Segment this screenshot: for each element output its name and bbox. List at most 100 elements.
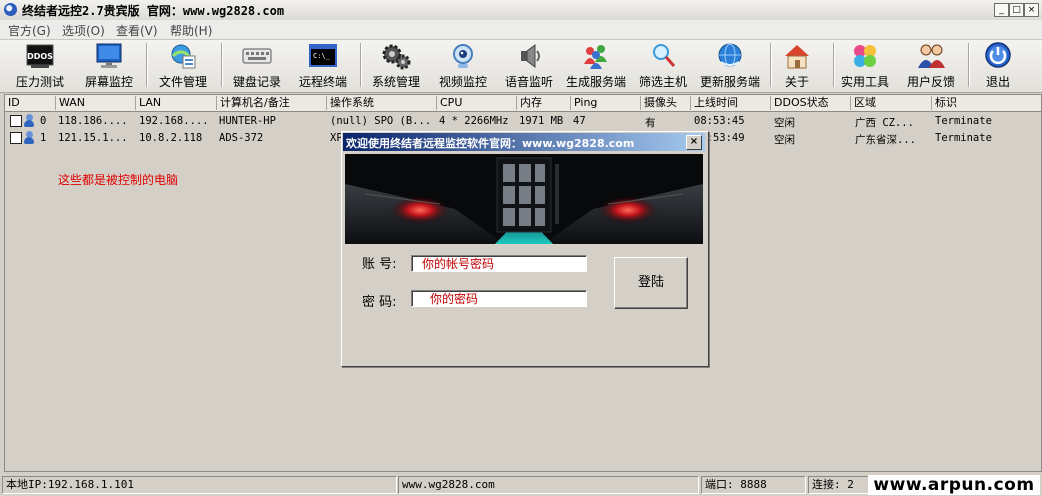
cell-camera: 有 [645, 117, 656, 129]
cell-lan: 192.168.... [139, 115, 209, 127]
login-button[interactable]: 登陆 [614, 257, 688, 309]
status-website: www.wg2828.com [398, 476, 699, 494]
cell-region: 广西 CZ... [855, 117, 914, 129]
cell-ddos-status: 空闲 [774, 134, 795, 146]
column-header-camera[interactable]: 摄像头 [640, 96, 677, 110]
toolbar-file-manager-button[interactable]: 文件管理 [150, 42, 216, 90]
close-button[interactable]: × [1024, 3, 1039, 17]
column-header-region[interactable]: 区域 [850, 96, 876, 110]
toolbar-separator [146, 43, 148, 87]
toolbar-video-monitor-button[interactable]: 视频监控 [430, 42, 496, 90]
file-manager-icon [168, 42, 198, 70]
toolbar: DDOS 压力测试 屏幕监控 文件管理 键盘记录 C:\_ 远程终端 系统管理 … [0, 40, 1042, 93]
people-icon [916, 42, 946, 70]
menu-help[interactable]: 帮助(H) [170, 22, 212, 39]
cell-computer-name: HUNTER-HP [219, 115, 276, 127]
account-input[interactable]: 你的帐号密码 [411, 255, 587, 272]
gears-icon [381, 42, 411, 70]
webcam-icon [448, 42, 478, 70]
password-label: 密 码: [362, 295, 397, 310]
keyboard-icon [242, 42, 272, 70]
house-icon [782, 42, 812, 70]
column-header-cpu[interactable]: CPU [436, 96, 462, 110]
column-header-lan[interactable]: LAN [135, 96, 161, 110]
dialog-title-bar: 欢迎使用终结者远程监控软件官网：www.wg2828.com × [343, 133, 705, 151]
toolbar-keylogger-button[interactable]: 键盘记录 [224, 42, 290, 90]
column-header-wan[interactable]: WAN [55, 96, 85, 110]
toolbar-feedback-button[interactable]: 用户反馈 [898, 42, 964, 90]
account-label: 账 号: [362, 257, 397, 272]
column-header-tag[interactable]: 标识 [931, 96, 957, 110]
cell-wan: 121.15.1... [58, 132, 128, 144]
status-port: 端口: 8888 [701, 476, 806, 494]
row-checkbox[interactable] [10, 132, 22, 144]
column-header-ddos-status[interactable]: DDOS状态 [770, 96, 829, 110]
ddos-icon: DDOS [25, 42, 55, 70]
cell-tag: Terminate [935, 132, 992, 144]
maximize-button[interactable]: □ [1009, 3, 1024, 17]
cell-region: 广东省深... [855, 134, 916, 146]
menu-bar: 官方(G) 选项(O) 查看(V) 帮助(H) [0, 20, 1042, 40]
cell-computer-name: ADS-372 [219, 132, 264, 144]
title-bar: 终结者远控2.7贵宾版 官网：www.wg2828.com _ □ × [0, 0, 1042, 21]
toolbar-remote-terminal-button[interactable]: C:\_ 远程终端 [290, 42, 356, 90]
svg-text:DDOS: DDOS [27, 52, 53, 61]
toolbar-build-server-button[interactable]: 生成服务端 [563, 42, 629, 90]
user-icon [24, 114, 34, 127]
column-header-computer-name[interactable]: 计算机名/备注 [216, 96, 290, 110]
power-icon [983, 42, 1013, 70]
column-header-id[interactable]: ID [5, 96, 20, 110]
cell-ddos-status: 空闲 [774, 117, 795, 129]
toolbar-separator [221, 43, 223, 87]
cell-cpu: 4 * 2266MHz [439, 115, 509, 127]
cell-wan: 118.186.... [58, 115, 128, 127]
toolbar-update-server-button[interactable]: 更新服务端 [697, 42, 763, 90]
cell-id: 1 [40, 132, 47, 144]
cell-online-time: 08:53:45 [694, 115, 745, 127]
terminal-icon: C:\_ [308, 42, 338, 70]
toolbar-stress-test-button[interactable]: DDOS 压力测试 [7, 42, 73, 90]
dialog-close-button[interactable]: × [686, 135, 702, 150]
table-header: ID WAN LAN 计算机名/备注 操作系统 CPU 内存 Ping 摄像头 … [5, 95, 1041, 112]
app-icon [4, 3, 17, 16]
minimize-button[interactable]: _ [994, 3, 1009, 17]
globe-icon [715, 42, 745, 70]
cell-lan: 10.8.2.118 [139, 132, 203, 144]
menu-official[interactable]: 官方(G) [8, 22, 51, 39]
cell-id: 0 [40, 115, 47, 127]
status-local-ip: 本地IP:192.168.1.101 [2, 476, 397, 494]
toolbar-screen-monitor-button[interactable]: 屏幕监控 [76, 42, 142, 90]
toolbar-system-manager-button[interactable]: 系统管理 [363, 42, 429, 90]
terminator-banner-image [345, 154, 703, 244]
menu-options[interactable]: 选项(O) [62, 22, 105, 39]
menu-view[interactable]: 查看(V) [116, 22, 158, 39]
toolbar-separator [360, 43, 362, 87]
toolbar-utilities-button[interactable]: 实用工具 [832, 42, 898, 90]
filter-search-icon [648, 42, 678, 70]
column-header-memory[interactable]: 内存 [516, 96, 542, 110]
apps-icon [850, 42, 880, 70]
toolbar-about-button[interactable]: 关于 [764, 42, 830, 90]
arpun-watermark: www.arpun.com [868, 475, 1040, 495]
status-bar: 本地IP:192.168.1.101 www.wg2828.com 端口: 88… [0, 474, 1042, 496]
speaker-icon [514, 42, 544, 70]
toolbar-audio-listen-button[interactable]: 语音监听 [496, 42, 562, 90]
monitor-icon [94, 42, 124, 70]
table-row[interactable]: 0 118.186.... 192.168.... HUNTER-HP (nul… [5, 113, 1041, 129]
controlled-computers-note: 这些都是被控制的电脑 [58, 173, 179, 187]
password-input[interactable]: 你的密码 [411, 290, 587, 307]
column-header-online-time[interactable]: 上线时间 [690, 96, 738, 110]
toolbar-exit-button[interactable]: 退出 [965, 42, 1031, 90]
dialog-title: 欢迎使用终结者远程监控软件官网：www.wg2828.com [346, 137, 635, 150]
login-dialog: 欢迎使用终结者远程监控软件官网：www.wg2828.com × 账 号: 你的… [341, 131, 709, 367]
user-icon [24, 131, 34, 144]
svg-text:C:\_: C:\_ [313, 52, 331, 60]
column-header-ping[interactable]: Ping [570, 96, 597, 110]
cell-os: (null) SPO (B... [330, 115, 432, 127]
window-title: 终结者远控2.7贵宾版 官网：www.wg2828.com [22, 4, 285, 18]
status-connections: 连接: 2 [808, 476, 871, 494]
column-header-os[interactable]: 操作系统 [326, 96, 374, 110]
users-icon [581, 42, 611, 70]
row-checkbox[interactable] [10, 115, 22, 127]
toolbar-filter-hosts-button[interactable]: 筛选主机 [630, 42, 696, 90]
